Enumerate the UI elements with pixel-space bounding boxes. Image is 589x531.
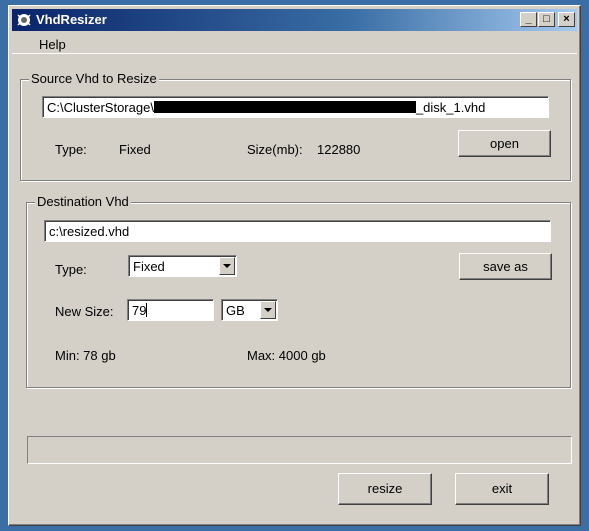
maximize-icon: □: [543, 13, 550, 25]
app-window: VhdResizer _ □ × Help Source Vhd to Resi…: [8, 5, 581, 526]
source-type-value: Fixed: [119, 142, 151, 157]
app-icon: [17, 14, 31, 26]
size-unit-select[interactable]: GB: [221, 299, 278, 321]
window-title: VhdResizer: [36, 12, 107, 27]
resize-button[interactable]: resize: [338, 473, 432, 505]
source-path-input[interactable]: C:\ClusterStorage\ _disk_1.vhd: [42, 96, 549, 118]
menu-bar: Help: [12, 32, 577, 54]
min-size-text: Min: 78 gb: [55, 348, 116, 363]
close-icon: ×: [563, 13, 570, 25]
source-path-prefix: C:\ClusterStorage\: [47, 100, 154, 115]
destination-type-select[interactable]: Fixed: [128, 255, 237, 277]
save-as-button[interactable]: save as: [459, 253, 552, 280]
minimize-icon: _: [525, 13, 532, 25]
close-button[interactable]: ×: [558, 12, 575, 27]
size-unit-selected: GB: [226, 303, 245, 318]
exit-button[interactable]: exit: [455, 473, 549, 505]
chevron-down-icon[interactable]: [260, 301, 276, 319]
destination-type-label: Type:: [55, 262, 87, 277]
source-path-suffix: _disk_1.vhd: [415, 100, 486, 115]
chevron-down-icon[interactable]: [219, 257, 235, 275]
new-size-value: 79: [132, 303, 147, 318]
source-group-label: Source Vhd to Resize: [29, 71, 159, 86]
new-size-input[interactable]: 79: [127, 299, 214, 321]
redaction-bar: [153, 101, 416, 113]
source-type-label: Type:: [55, 142, 87, 157]
title-bar[interactable]: VhdResizer _ □ ×: [12, 9, 577, 31]
maximize-button[interactable]: □: [538, 12, 555, 27]
destination-type-selected: Fixed: [133, 259, 165, 274]
destination-path-input[interactable]: c:\resized.vhd: [44, 220, 551, 242]
source-size-value: 122880: [317, 142, 361, 157]
menu-help[interactable]: Help: [39, 37, 66, 52]
max-size-text: Max: 4000 gb: [247, 348, 326, 363]
new-size-label: New Size:: [55, 304, 114, 319]
status-bar: [27, 436, 572, 464]
text-caret: [146, 303, 148, 317]
destination-path-text: c:\resized.vhd: [49, 224, 130, 239]
minimize-button[interactable]: _: [520, 12, 537, 27]
destination-group-label: Destination Vhd: [35, 194, 131, 209]
source-size-label: Size(mb):: [247, 142, 303, 157]
open-button[interactable]: open: [458, 130, 551, 157]
